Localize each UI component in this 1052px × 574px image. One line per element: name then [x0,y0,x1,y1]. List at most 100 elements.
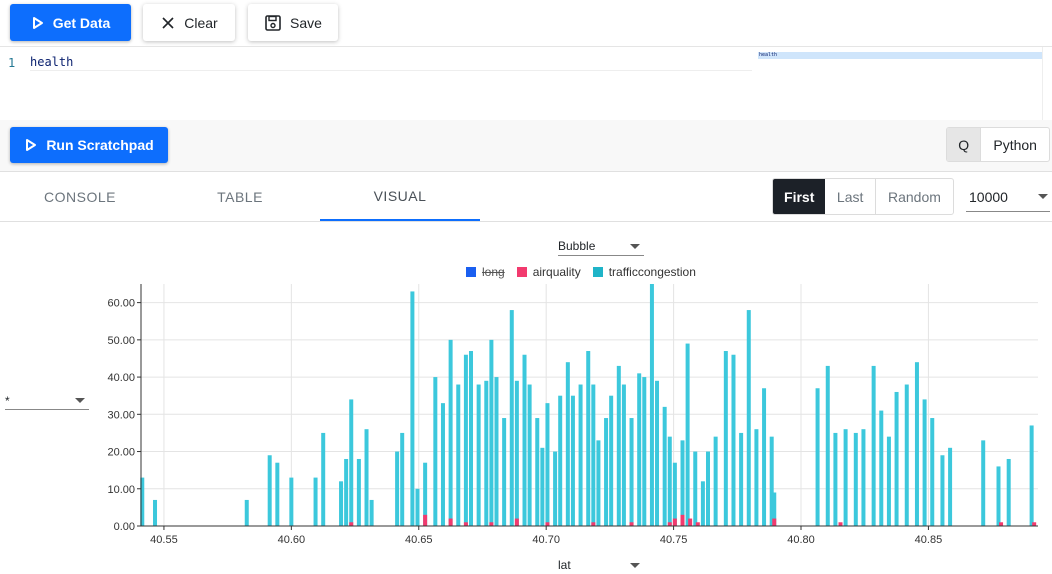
sampling-first-button[interactable]: First [773,179,826,214]
clear-button[interactable]: Clear [143,4,235,41]
bar-trafficcongestion [930,418,935,526]
run-scratchpad-button[interactable]: Run Scratchpad [10,127,168,163]
x-tick-label: 40.85 [915,534,943,546]
bar-trafficcongestion [502,418,507,526]
bar-trafficcongestion [545,403,550,526]
bar-airquality [695,522,700,526]
bar-trafficcongestion [395,451,400,526]
bar-trafficcongestion [586,351,591,526]
bar-trafficcongestion [629,418,634,526]
bar-airquality [349,522,354,526]
bar-trafficcongestion [739,432,744,526]
bar-trafficcongestion [685,343,690,526]
bar-trafficcongestion [621,384,626,526]
row-count-value: 10000 [969,188,1008,205]
x-tick-label: 40.75 [660,534,688,546]
get-data-button[interactable]: Get Data [10,4,131,41]
bar-trafficcongestion [494,377,499,526]
bar-trafficcongestion [886,436,891,526]
bar-trafficcongestion [596,440,601,526]
bar-trafficcongestion [731,354,736,526]
bar-trafficcongestion [469,351,474,526]
get-data-label: Get Data [52,14,111,31]
y-tick-label: 40.00 [107,372,135,384]
bar-trafficcongestion [996,466,1001,526]
editor-scrollbar[interactable] [1042,47,1052,121]
y-tick-label: 60.00 [107,298,135,310]
bar-trafficcongestion [433,377,438,526]
save-button[interactable]: Save [248,4,338,41]
bar-airquality [680,514,685,526]
tab-table[interactable]: TABLE [160,172,320,221]
bar-trafficcongestion [591,384,596,526]
code-editor[interactable]: 1 health health [0,46,1052,121]
language-q-button[interactable]: Q [947,128,982,161]
tab-visual[interactable]: VISUAL [320,172,480,221]
bar-trafficcongestion [649,284,654,526]
bar-trafficcongestion [871,365,876,526]
bar-trafficcongestion [667,436,672,526]
bar-airquality [667,522,672,526]
tab-console[interactable]: CONSOLE [0,172,160,221]
bar-trafficcongestion [267,455,272,526]
bar-trafficcongestion [825,365,830,526]
bar-trafficcongestion [762,388,767,526]
bar-trafficcongestion [637,373,642,526]
language-python-button[interactable]: Python [981,128,1049,161]
close-icon [162,16,174,29]
bar-trafficcongestion [713,436,718,526]
y-tick-label: 50.00 [107,335,135,347]
x-tick-label: 40.60 [278,534,306,546]
bar-trafficcongestion [642,377,647,526]
save-label: Save [290,14,322,31]
bar-airquality [772,518,777,526]
bar-trafficcongestion [672,462,677,526]
bar-airquality [629,522,634,526]
clear-label: Clear [184,14,218,31]
row-count-select[interactable]: 10000 [966,182,1050,212]
sampling-random-button[interactable]: Random [876,179,953,214]
bar-trafficcongestion [400,432,405,526]
bar-trafficcongestion [1006,458,1011,526]
sampling-toggle: First Last Random [772,178,954,215]
chevron-down-icon [630,562,640,568]
bar-airquality [545,522,550,526]
code-line[interactable]: health [30,55,752,71]
line-number: 1 [8,56,16,70]
bar-trafficcongestion [369,499,374,526]
bar-trafficcongestion [904,384,909,526]
bar-trafficcongestion [578,384,583,526]
bar-trafficcongestion [514,380,519,526]
bar-trafficcongestion [705,451,710,526]
bar-trafficcongestion [833,432,838,526]
bar-trafficcongestion [535,418,540,526]
bar-trafficcongestion [680,440,685,526]
bar-trafficcongestion [700,481,705,526]
bar-trafficcongestion [754,429,759,526]
bar-trafficcongestion [570,395,575,526]
bubble-chart: 0.00 10.00 20.00 30.00 40.00 50.00 60.00 40.55 4… [107,284,1038,546]
y-tick-label: 10.00 [107,484,135,496]
bar-trafficcongestion [894,391,899,526]
bar-trafficcongestion [415,488,420,526]
editor-minimap[interactable]: health [758,52,1042,59]
bar-trafficcongestion [616,365,621,526]
bar-trafficcongestion [344,458,349,526]
bar-trafficcongestion [448,339,453,526]
bar-trafficcongestion [879,410,884,526]
bar-airquality [489,522,494,526]
bar-trafficcongestion [565,362,570,526]
sampling-last-button[interactable]: Last [825,179,876,214]
bar-airquality [448,518,453,526]
run-bar: Run Scratchpad Q Python [0,120,1052,172]
x-axis-select[interactable]: lat [558,556,644,574]
bar-trafficcongestion [1029,425,1034,526]
bar-trafficcongestion [553,451,558,526]
language-toggle: Q Python [946,127,1050,162]
bar-trafficcongestion [364,429,369,526]
bar-trafficcongestion [244,499,249,526]
results-tabs-bar: CONSOLE TABLE VISUAL First Last Random 1… [0,172,1052,222]
bar-trafficcongestion [321,432,326,526]
bar-airquality [838,522,843,526]
bar-trafficcongestion [476,384,481,526]
